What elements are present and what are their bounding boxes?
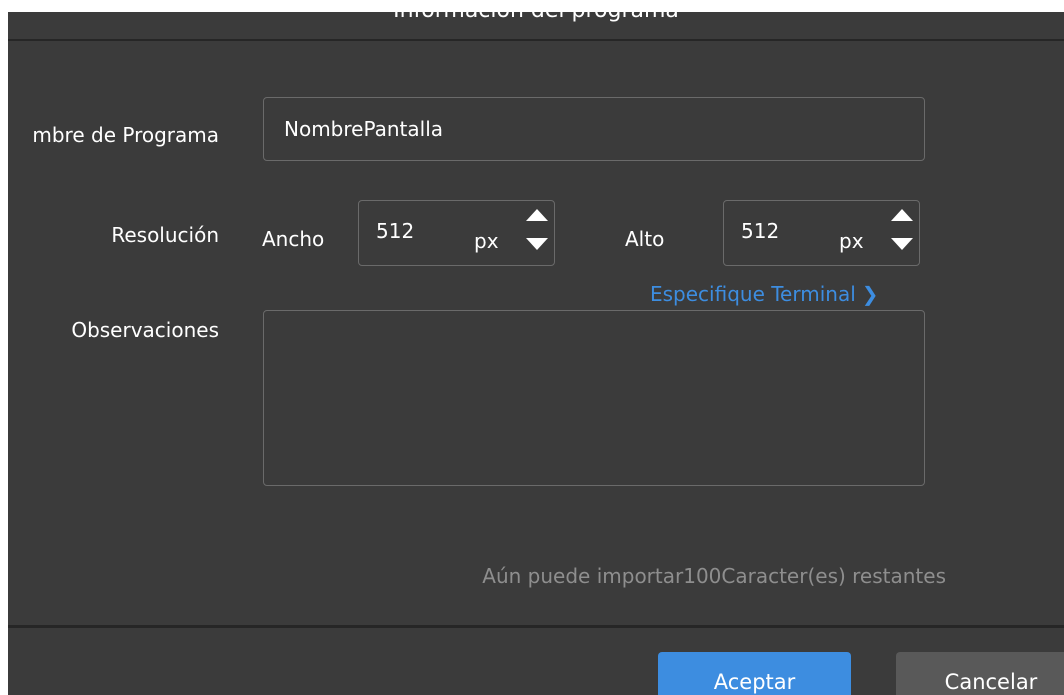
cancel-button[interactable]: Cancelar	[896, 652, 1064, 695]
width-label: Ancho	[262, 227, 325, 251]
program-name-label: mbre de Programa	[32, 123, 219, 147]
width-unit: px	[474, 229, 499, 253]
dialog-title-bar: Información del programa	[8, 12, 1064, 41]
height-increment-icon[interactable]	[891, 209, 913, 221]
height-decrement-icon[interactable]	[891, 238, 913, 250]
specify-terminal-link[interactable]: Especifique Terminal ❯	[650, 282, 879, 306]
width-stepper[interactable]: 512 px	[358, 200, 555, 266]
dialog-title: Información del programa	[8, 12, 1064, 23]
notes-textarea[interactable]	[263, 310, 925, 486]
height-value[interactable]: 512	[741, 219, 779, 243]
width-increment-icon[interactable]	[526, 209, 548, 221]
height-label: Alto	[625, 227, 665, 251]
program-info-dialog: Información del programa mbre de Program…	[8, 12, 1064, 695]
footer-divider	[8, 625, 1064, 628]
remaining-characters-text: Aún puede importar100Caracter(es) restan…	[482, 564, 946, 588]
resolution-label: Resolución	[111, 223, 219, 247]
width-decrement-icon[interactable]	[526, 238, 548, 250]
height-stepper[interactable]: 512 px	[723, 200, 920, 266]
specify-terminal-label[interactable]: Especifique Terminal	[650, 282, 856, 306]
accept-button[interactable]: Aceptar	[658, 652, 851, 695]
program-name-input[interactable]: NombrePantalla	[263, 97, 925, 161]
height-unit: px	[839, 229, 864, 253]
chevron-right-icon[interactable]: ❯	[862, 282, 879, 306]
notes-label: Observaciones	[71, 318, 219, 342]
width-value[interactable]: 512	[376, 219, 414, 243]
